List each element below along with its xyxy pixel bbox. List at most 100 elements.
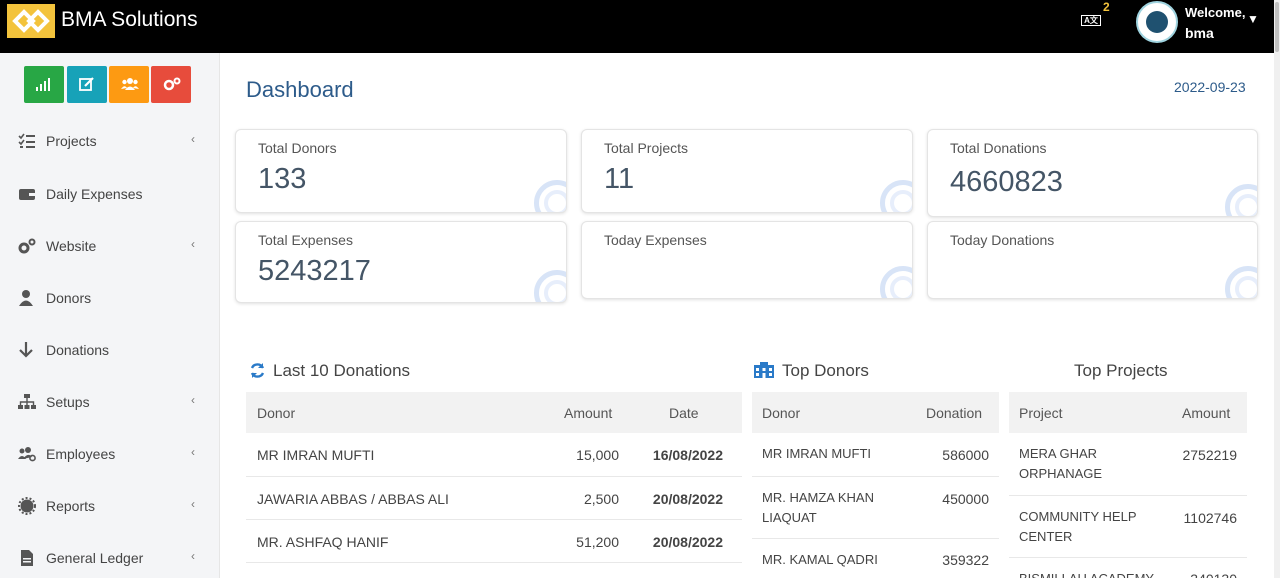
stat-card-total-donors[interactable]: Total Donors 133 [235, 129, 567, 213]
top-projects-table-header: Project Amount [1009, 392, 1247, 433]
arrow-down-icon [19, 342, 33, 358]
page-title: Dashboard [246, 77, 354, 102]
table-row[interactable]: JAWARIA ABBAS / ABBAS ALI 2,500 20/08/20… [246, 477, 742, 520]
project-amount: 340130 [1190, 571, 1237, 578]
page-date: 2022-09-23 [1174, 79, 1246, 95]
table-row[interactable]: MR IMRAN MUFTI 15,000 16/08/2022 [246, 433, 742, 477]
tasks-list-icon [18, 133, 35, 148]
sidebar-item-label: Website [46, 238, 97, 254]
signal-bars-icon [36, 78, 50, 91]
stat-value: 4660823 [950, 166, 1063, 198]
project-amount: 2752219 [1182, 447, 1237, 463]
donation-date: 20/08/2022 [652, 534, 723, 550]
donor-name: MR IMRAN MUFTI [762, 446, 872, 461]
users-icon [121, 78, 139, 90]
sidebar-item-daily-expenses[interactable]: Daily Expenses [0, 176, 219, 212]
stat-value: 11 [604, 163, 635, 195]
sidebar-item-label: Setups [46, 394, 90, 410]
top-projects-title: Top Projects [1074, 361, 1168, 380]
column-header-date[interactable]: Date [669, 405, 699, 421]
quick-users-button[interactable] [109, 66, 149, 103]
sitemap-icon [18, 394, 36, 409]
table-row[interactable]: MR. ASHFAQ HANIF 51,200 20/08/2022 [246, 520, 742, 563]
donor-name: MR. HAMZA KHAN LIAQUAT [762, 490, 874, 525]
donation-amount: 2,500 [583, 491, 619, 507]
stat-value: 133 [258, 163, 307, 195]
sidebar-item-label: Employees [46, 446, 116, 462]
scrollbar[interactable] [1274, 0, 1280, 578]
stat-value: 5243217 [258, 255, 371, 287]
sidebar-item-projects[interactable]: Projects ‹ [0, 123, 219, 159]
donor-name: MR IMRAN MUFTI [257, 447, 375, 463]
table-row[interactable]: COMMUNITY HELP CENTER 1102746 [1009, 496, 1247, 558]
column-header-donor[interactable]: Donor [257, 405, 295, 421]
column-header-donor[interactable]: Donor [762, 405, 800, 421]
stat-card-total-donations[interactable]: Total Donations 4660823 [927, 129, 1258, 217]
sidebar-item-website[interactable]: Website ‹ [0, 228, 219, 264]
sidebar-item-label: Reports [46, 498, 96, 514]
language-icon[interactable]: A文 [1081, 15, 1101, 26]
chevron-left-icon: ‹ [191, 549, 195, 563]
table-row[interactable]: MR. HAMZA KHAN LIAQUAT 450000 [752, 477, 999, 539]
cogs-icon [163, 77, 181, 91]
brand-logo[interactable] [7, 4, 55, 38]
donation-amount: 51,200 [576, 534, 619, 550]
table-row[interactable]: BISMILLAH ACADEMY 340130 [1009, 558, 1247, 578]
column-header-project[interactable]: Project [1019, 405, 1063, 421]
table-row[interactable]: MERA GHAR ORPHANAGE 2752219 [1009, 433, 1247, 496]
last-donations-title: Last 10 Donations [273, 361, 411, 380]
stat-label: Today Donations [950, 232, 1055, 248]
quick-edit-button[interactable] [67, 66, 107, 103]
quick-settings-button[interactable] [151, 66, 191, 103]
stat-label: Total Donors [258, 140, 337, 156]
sidebar-item-general-ledger[interactable]: General Ledger ‹ [0, 540, 219, 576]
quick-stats-button[interactable] [24, 66, 64, 103]
user-icon [19, 290, 33, 306]
table-row[interactable]: MR. KAMAL QADRI 359322 [752, 539, 999, 578]
wallet-icon [19, 189, 35, 200]
chevron-left-icon: ‹ [191, 497, 195, 511]
stat-label: Today Expenses [604, 232, 707, 248]
stat-card-total-projects[interactable]: Total Projects 11 [581, 129, 913, 213]
project-name: COMMUNITY HELP CENTER [1019, 509, 1137, 544]
stat-label: Total Projects [604, 140, 689, 156]
refresh-icon[interactable] [249, 362, 266, 379]
donation-date: 20/08/2022 [652, 491, 723, 507]
donor-donation: 586000 [942, 447, 989, 463]
chevron-left-icon: ‹ [191, 237, 195, 251]
building-icon [754, 362, 774, 378]
top-donors-title: Top Donors [782, 361, 869, 380]
column-header-amount[interactable]: Amount [564, 405, 612, 421]
sidebar-item-label: Donors [46, 290, 92, 306]
sidebar-item-setups[interactable]: Setups ‹ [0, 384, 219, 420]
brand-name[interactable]: BMA Solutions [61, 8, 198, 32]
donor-donation: 359322 [942, 552, 989, 568]
username[interactable]: bma [1185, 25, 1214, 41]
sidebar-item-reports[interactable]: Reports ‹ [0, 488, 219, 524]
stat-card-today-donations[interactable]: Today Donations [927, 221, 1258, 299]
sidebar-item-label: Donations [46, 342, 110, 358]
chevron-down-icon[interactable]: ▼ [1247, 12, 1259, 26]
stat-label: Total Expenses [258, 232, 353, 248]
stat-card-total-expenses[interactable]: Total Expenses 5243217 [235, 221, 567, 303]
chevron-left-icon: ‹ [191, 132, 195, 146]
project-name: BISMILLAH ACADEMY [1019, 569, 1169, 578]
column-header-donation[interactable]: Donation [926, 405, 982, 421]
edit-icon [79, 77, 94, 91]
top-bar: BMA Solutions A文 2 Welcome, bma ▼ [0, 0, 1280, 53]
stat-label: Total Donations [950, 140, 1047, 156]
donor-name: MR. KAMAL QADRI [762, 552, 878, 567]
table-row[interactable]: MR IMRAN MUFTI 586000 [752, 433, 999, 477]
column-header-amount[interactable]: Amount [1182, 405, 1230, 421]
sidebar-item-donors[interactable]: Donors [0, 280, 219, 316]
donor-name: MR. ASHFAQ HANIF [257, 534, 389, 550]
donor-donation: 450000 [942, 491, 989, 507]
chevron-left-icon: ‹ [191, 445, 195, 459]
sidebar-item-donations[interactable]: Donations [0, 332, 219, 368]
sidebar-item-employees[interactable]: Employees ‹ [0, 436, 219, 472]
avatar[interactable] [1136, 1, 1178, 43]
gear-badge-icon [18, 497, 36, 515]
stat-card-today-expenses[interactable]: Today Expenses [581, 221, 913, 299]
chevron-left-icon: ‹ [191, 393, 195, 407]
project-name: MERA GHAR ORPHANAGE [1019, 446, 1103, 481]
